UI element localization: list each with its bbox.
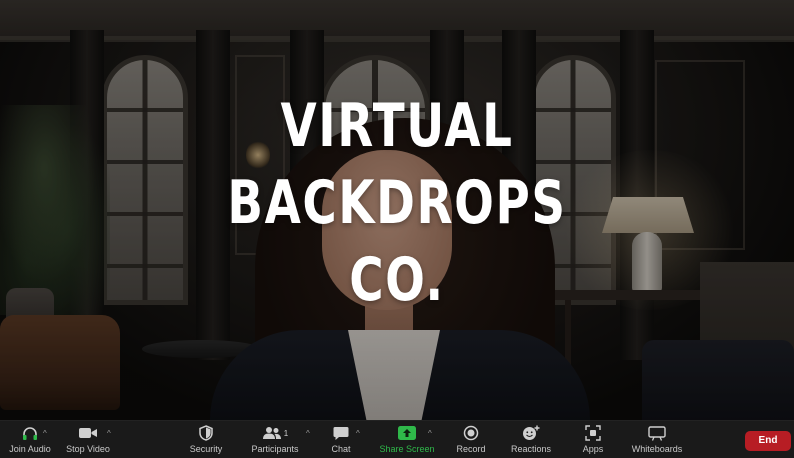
- whiteboards-label: Whiteboards: [631, 444, 683, 454]
- participants-button[interactable]: 1 Participants: [246, 424, 304, 456]
- whiteboard-icon: [648, 424, 666, 442]
- headphones-icon: [22, 424, 38, 442]
- chat-options-caret[interactable]: ^: [356, 429, 360, 438]
- security-label: Security: [189, 444, 223, 454]
- join-audio-options-caret[interactable]: ^: [43, 429, 47, 438]
- overlay-title: VIRTUAL BACKDROPS CO.: [87, 88, 706, 319]
- participant-count: 1: [283, 428, 289, 438]
- record-icon: [463, 424, 479, 442]
- chat-button[interactable]: Chat: [326, 424, 356, 456]
- security-button[interactable]: Security: [184, 424, 228, 456]
- share-screen-options-caret[interactable]: ^: [428, 429, 432, 438]
- record-button[interactable]: Record: [452, 424, 490, 456]
- overlay-title-line-1: VIRTUAL: [280, 91, 514, 161]
- meeting-window: VIRTUAL BACKDROPS CO. Join Audio ^ Stop …: [0, 0, 794, 458]
- stop-video-label: Stop Video: [66, 444, 110, 454]
- apps-grid-icon: [585, 424, 601, 442]
- stop-video-options-caret[interactable]: ^: [107, 429, 111, 438]
- video-feed: VIRTUAL BACKDROPS CO.: [0, 0, 794, 420]
- join-audio-label: Join Audio: [9, 444, 51, 454]
- overlay-title-line-2: BACKDROPS: [227, 168, 567, 238]
- share-screen-icon: [398, 424, 416, 442]
- apps-button[interactable]: Apps: [576, 424, 610, 456]
- reactions-label: Reactions: [510, 444, 552, 454]
- participants-options-caret[interactable]: ^: [306, 429, 310, 438]
- overlay-title-line-3: CO.: [349, 245, 445, 315]
- chat-label: Chat: [331, 444, 351, 454]
- apps-label: Apps: [582, 444, 604, 454]
- shield-icon: [199, 424, 213, 442]
- end-meeting-button[interactable]: End: [745, 431, 791, 451]
- smiley-plus-icon: [522, 424, 540, 442]
- share-screen-label: Share Screen: [379, 444, 435, 454]
- chat-bubble-icon: [333, 424, 349, 442]
- people-icon: 1: [262, 424, 288, 442]
- record-label: Record: [456, 444, 486, 454]
- reactions-button[interactable]: Reactions: [508, 424, 554, 456]
- video-camera-icon: [79, 424, 97, 442]
- whiteboards-button[interactable]: Whiteboards: [628, 424, 686, 456]
- participants-label: Participants: [251, 444, 299, 454]
